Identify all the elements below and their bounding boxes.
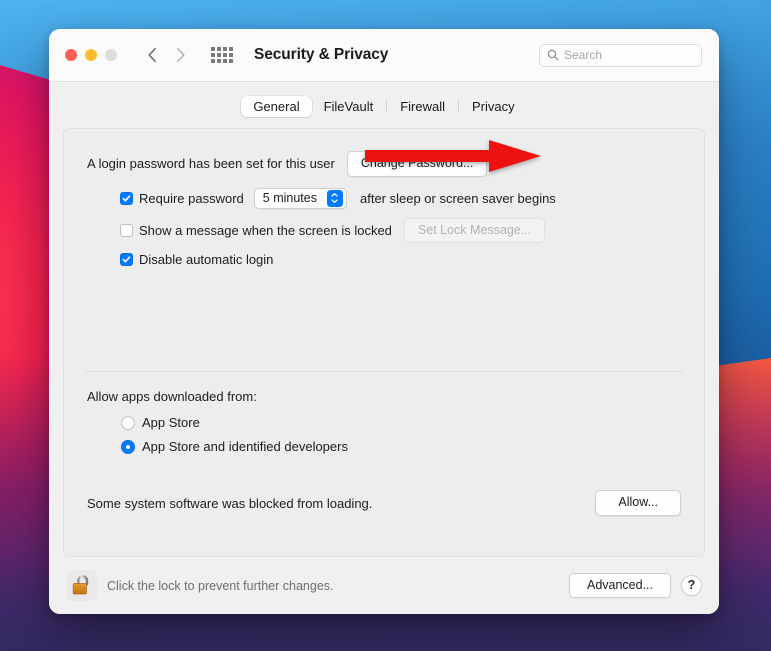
checkmark-icon: [122, 195, 131, 202]
window-titlebar: Security & Privacy: [49, 29, 719, 82]
radio-app-store-identified-developers-label: App Store and identified developers: [142, 439, 348, 455]
require-password-label: Require password: [139, 190, 244, 206]
lock-button[interactable]: [67, 570, 97, 601]
require-password-interval-popup[interactable]: 5 minutes: [253, 187, 347, 209]
forward-arrow-icon[interactable]: [167, 42, 193, 68]
change-password-button[interactable]: Change Password...: [346, 151, 488, 177]
disable-auto-login-checkbox[interactable]: [120, 253, 133, 267]
tab-general[interactable]: General: [241, 96, 312, 117]
show-all-preferences-icon[interactable]: [211, 47, 233, 63]
navigation-arrows: [139, 42, 193, 68]
unlocked-padlock-icon: [72, 574, 89, 594]
tab-bar: General FileVault Firewall Privacy: [63, 91, 705, 122]
tab-privacy[interactable]: Privacy: [460, 96, 527, 117]
interval-value: 5 minutes: [262, 191, 317, 206]
page-title: Security & Privacy: [254, 46, 389, 63]
traffic-lights: [65, 49, 117, 61]
advanced-button[interactable]: Advanced...: [568, 572, 671, 599]
tab-separator-1: [386, 100, 388, 113]
general-settings-panel: A login password has been set for this u…: [63, 128, 705, 557]
window-body: General FileVault Firewall Privacy A log…: [49, 82, 719, 557]
search-field[interactable]: [539, 43, 702, 67]
require-password-suffix: after sleep or screen saver begins: [359, 190, 556, 206]
search-input[interactable]: [564, 48, 694, 62]
back-arrow-icon[interactable]: [139, 42, 165, 68]
checkmark-icon: [122, 256, 131, 263]
security-privacy-window: Security & Privacy General FileVault Fir…: [49, 29, 719, 614]
tab-separator-2: [458, 100, 460, 113]
desktop-background: Security & Privacy General FileVault Fir…: [0, 0, 771, 651]
blocked-software-message: Some system software was blocked from lo…: [87, 495, 373, 511]
lock-hint-text: Click the lock to prevent further change…: [107, 578, 334, 593]
close-button[interactable]: [65, 49, 77, 61]
radio-app-store[interactable]: [121, 415, 135, 430]
allow-apps-heading: Allow apps downloaded from:: [87, 389, 257, 405]
radio-row-app-store-identified: App Store and identified developers: [121, 439, 681, 454]
require-password-checkbox[interactable]: [120, 191, 133, 205]
show-lock-message-checkbox[interactable]: [120, 223, 133, 237]
disable-auto-login-row: Disable automatic login: [120, 252, 681, 267]
show-lock-message-row: Show a message when the screen is locked…: [120, 217, 681, 244]
show-lock-message-label: Show a message when the screen is locked: [139, 222, 392, 238]
tab-firewall[interactable]: Firewall: [388, 96, 457, 117]
require-password-row: Require password 5 minutes after sleep o…: [120, 187, 681, 209]
blocked-software-row: Some system software was blocked from lo…: [87, 490, 681, 516]
section-divider: [85, 371, 683, 373]
window-footer: Click the lock to prevent further change…: [49, 557, 719, 614]
login-password-row: A login password has been set for this u…: [87, 151, 681, 177]
allow-apps-section: Allow apps downloaded from: App Store Ap…: [87, 389, 681, 454]
radio-row-app-store: App Store: [121, 415, 681, 430]
stepper-chevrons-icon[interactable]: [326, 189, 343, 207]
zoom-button[interactable]: [105, 49, 117, 61]
minimize-button[interactable]: [85, 49, 97, 61]
radio-app-store-identified-developers[interactable]: [121, 439, 135, 454]
help-button[interactable]: ?: [681, 575, 702, 596]
radio-app-store-label: App Store: [142, 415, 200, 431]
set-lock-message-button[interactable]: Set Lock Message...: [403, 217, 546, 244]
login-password-status: A login password has been set for this u…: [87, 156, 335, 172]
search-icon: [547, 49, 559, 61]
tab-filevault[interactable]: FileVault: [312, 96, 386, 117]
allow-button[interactable]: Allow...: [595, 490, 681, 516]
disable-auto-login-label: Disable automatic login: [139, 252, 274, 268]
